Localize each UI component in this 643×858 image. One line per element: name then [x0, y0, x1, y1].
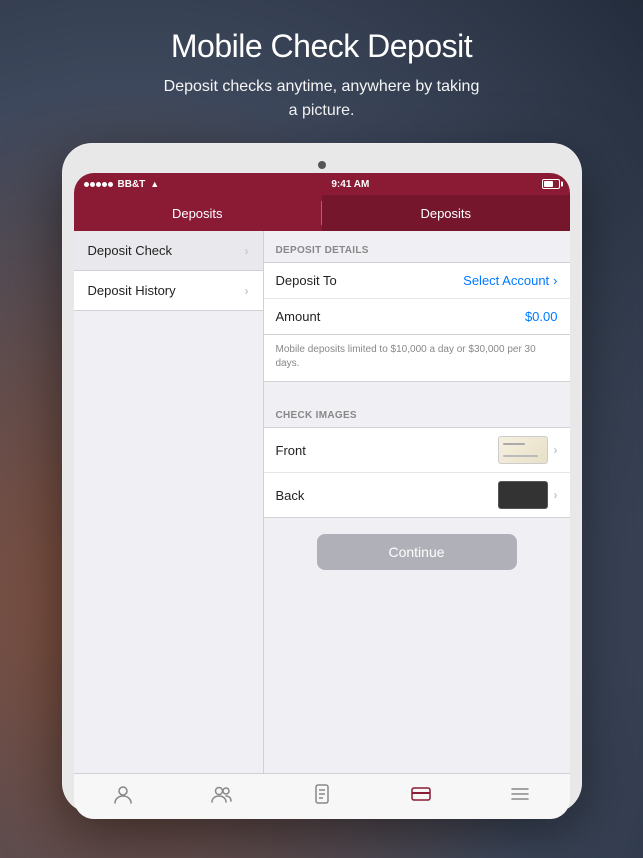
bottom-tab-3[interactable]: [371, 783, 470, 811]
document-icon: [311, 783, 333, 811]
carrier-label: BB&T: [118, 179, 146, 190]
people-icon: [211, 783, 233, 811]
check-front-right: ›: [498, 436, 558, 464]
signal-dot: [108, 182, 113, 187]
chevron-right-icon: ›: [245, 244, 249, 258]
sidebar-item-deposit-history[interactable]: Deposit History ›: [74, 271, 263, 311]
sidebar: Deposit Check › Deposit History ›: [74, 231, 264, 773]
nav-bar: Deposits Deposits: [74, 195, 570, 231]
check-back-right: ›: [498, 481, 558, 509]
account-icon: [112, 783, 134, 811]
sidebar-item-label: Deposit Check: [88, 243, 173, 258]
deposit-hint: Mobile deposits limited to $10,000 a day…: [264, 335, 570, 382]
main-content: Deposit Check › Deposit History › DEPOSI…: [74, 231, 570, 773]
continue-button[interactable]: Continue: [317, 534, 517, 570]
bottom-tab-bar: [74, 773, 570, 819]
amount-row[interactable]: Amount $0.00: [264, 299, 570, 334]
check-back-thumbnail: [498, 481, 548, 509]
battery-fill: [544, 181, 554, 187]
deposit-to-row[interactable]: Deposit To Select Account ›: [264, 263, 570, 299]
nav-tab-left[interactable]: Deposits: [74, 195, 322, 231]
bottom-tab-0[interactable]: [74, 783, 173, 811]
amount-value: $0.00: [525, 309, 558, 324]
chevron-right-icon: ›: [554, 488, 558, 502]
cards-icon: [410, 783, 432, 811]
sidebar-item-deposit-check[interactable]: Deposit Check ›: [74, 231, 263, 271]
deposit-to-label: Deposit To: [276, 273, 337, 288]
nav-tab-right[interactable]: Deposits: [322, 195, 570, 231]
wifi-icon: ▲: [150, 179, 159, 189]
deposit-details-header: DEPOSIT DETAILS: [264, 231, 570, 262]
bottom-tab-1[interactable]: [173, 783, 272, 811]
page-subtitle: Deposit checks anytime, anywhere by taki…: [164, 75, 480, 123]
signal-dot: [102, 182, 107, 187]
page-wrapper: Mobile Check Deposit Deposit checks anyt…: [0, 0, 643, 858]
status-bar: BB&T ▲ 9:41 AM: [74, 173, 570, 195]
header-section: Mobile Check Deposit Deposit checks anyt…: [104, 0, 540, 143]
ipad-frame: BB&T ▲ 9:41 AM Deposits Deposits: [62, 143, 582, 813]
signal-dots: [84, 182, 113, 187]
deposit-to-value: Select Account ›: [463, 273, 557, 288]
page-title: Mobile Check Deposit: [164, 28, 480, 65]
amount-label: Amount: [276, 309, 321, 324]
check-front-thumbnail: [498, 436, 548, 464]
signal-dot: [96, 182, 101, 187]
deposit-details-form: Deposit To Select Account › Amount $0.00: [264, 262, 570, 335]
battery-icon: [542, 179, 560, 189]
right-panel: DEPOSIT DETAILS Deposit To Select Accoun…: [264, 231, 570, 773]
chevron-right-icon: ›: [245, 284, 249, 298]
check-image-rows: Front › Back ›: [264, 427, 570, 518]
sidebar-item-label: Deposit History: [88, 283, 176, 298]
menu-icon: [509, 783, 531, 811]
chevron-right-icon: ›: [553, 273, 557, 288]
check-back-row[interactable]: Back ›: [264, 473, 570, 517]
check-front-row[interactable]: Front ›: [264, 428, 570, 473]
status-right: [542, 179, 560, 189]
camera-dot: [318, 161, 326, 169]
bottom-tab-4[interactable]: [470, 783, 569, 811]
check-images-header: CHECK IMAGES: [264, 396, 570, 427]
check-back-label: Back: [276, 488, 305, 503]
check-images-section: CHECK IMAGES Front › Back: [264, 396, 570, 518]
check-front-label: Front: [276, 443, 306, 458]
status-left: BB&T ▲: [84, 179, 160, 190]
signal-dot: [84, 182, 89, 187]
signal-dot: [90, 182, 95, 187]
chevron-right-icon: ›: [554, 443, 558, 457]
ipad-top-bar: [74, 155, 570, 173]
ipad-screen: BB&T ▲ 9:41 AM Deposits Deposits: [74, 173, 570, 819]
bottom-tab-2[interactable]: [272, 783, 371, 811]
continue-area: Continue: [264, 518, 570, 586]
time-display: 9:41 AM: [331, 179, 369, 190]
